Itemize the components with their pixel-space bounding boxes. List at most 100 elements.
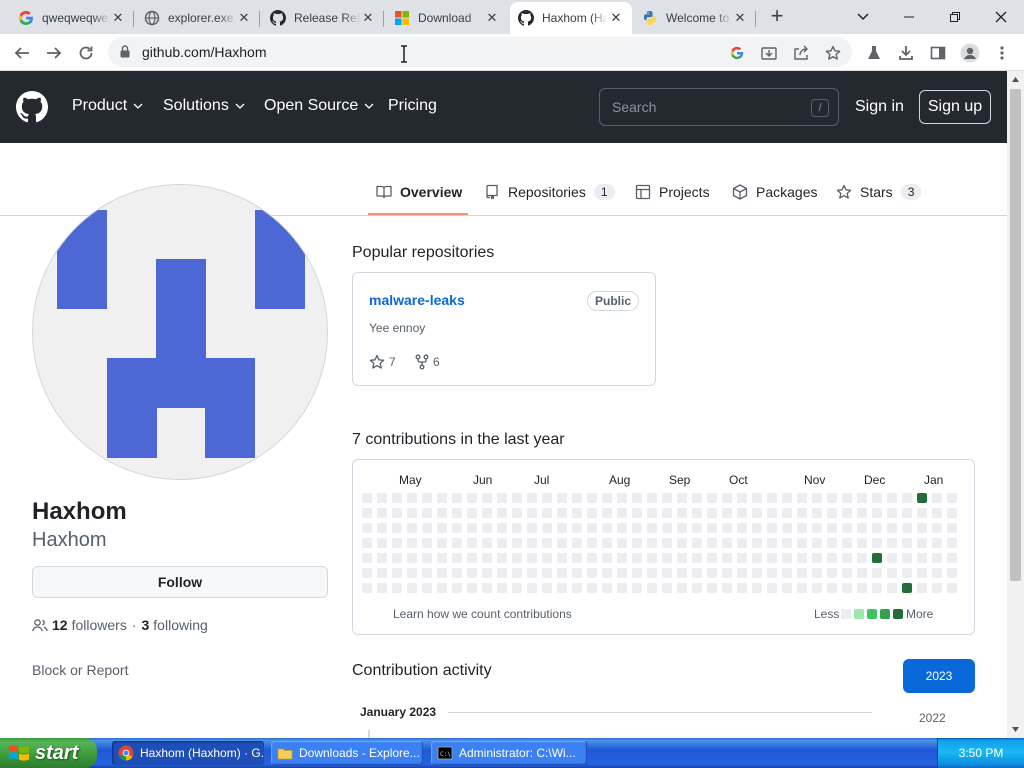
close-icon[interactable]: ✕ — [732, 10, 748, 26]
contribution-day[interactable] — [407, 493, 417, 503]
contribution-day[interactable] — [542, 553, 552, 563]
contribution-day[interactable] — [632, 493, 642, 503]
contribution-day[interactable] — [947, 508, 957, 518]
contribution-day[interactable] — [902, 568, 912, 578]
contribution-day[interactable] — [362, 493, 372, 503]
contribution-day[interactable] — [587, 538, 597, 548]
contribution-day[interactable] — [422, 538, 432, 548]
close-icon[interactable]: ✕ — [484, 10, 500, 26]
contribution-day[interactable] — [857, 538, 867, 548]
contribution-day[interactable] — [917, 583, 927, 593]
contribution-day[interactable] — [647, 553, 657, 563]
contribution-day[interactable] — [602, 538, 612, 548]
contribution-day[interactable] — [467, 523, 477, 533]
contribution-day[interactable] — [572, 493, 582, 503]
following-link[interactable]: 3 following — [142, 617, 208, 633]
contribution-day[interactable] — [422, 523, 432, 533]
contribution-day[interactable] — [767, 568, 777, 578]
contribution-day[interactable] — [602, 523, 612, 533]
block-report-link[interactable]: Block or Report — [32, 662, 128, 678]
contribution-day[interactable] — [932, 553, 942, 563]
contribution-day[interactable] — [437, 583, 447, 593]
contribution-day[interactable] — [722, 583, 732, 593]
contribution-day[interactable] — [827, 553, 837, 563]
contribution-day[interactable] — [587, 508, 597, 518]
download-icon[interactable] — [896, 43, 916, 63]
contribution-day[interactable] — [617, 553, 627, 563]
contribution-day[interactable] — [422, 568, 432, 578]
install-app-icon[interactable] — [760, 44, 778, 62]
browser-tab[interactable]: Welcome to ✕ — [634, 2, 756, 34]
contribution-day[interactable] — [932, 538, 942, 548]
contribution-day[interactable] — [497, 493, 507, 503]
browser-tab[interactable]: qweqweqwe ✕ — [10, 2, 134, 34]
contribution-day[interactable] — [722, 493, 732, 503]
restore-button[interactable] — [932, 0, 978, 34]
star-icon[interactable] — [824, 44, 842, 62]
contribution-day[interactable] — [437, 538, 447, 548]
contribution-day[interactable] — [872, 493, 882, 503]
kebab-menu-icon[interactable] — [992, 43, 1012, 63]
close-window-button[interactable] — [978, 0, 1024, 34]
contribution-day[interactable] — [467, 568, 477, 578]
contribution-day[interactable] — [377, 568, 387, 578]
contribution-day[interactable] — [917, 538, 927, 548]
contribution-day[interactable] — [842, 538, 852, 548]
contribution-day[interactable] — [902, 508, 912, 518]
contribution-day[interactable] — [467, 508, 477, 518]
contribution-day[interactable] — [587, 523, 597, 533]
contribution-day[interactable] — [947, 538, 957, 548]
contribution-day[interactable] — [602, 553, 612, 563]
contribution-day[interactable] — [602, 508, 612, 518]
nav-product[interactable]: Product — [72, 97, 143, 115]
contribution-day[interactable] — [782, 508, 792, 518]
contribution-day[interactable] — [692, 568, 702, 578]
profile-avatar-icon[interactable] — [960, 43, 980, 63]
contribution-day[interactable] — [572, 583, 582, 593]
scroll-down-arrow-icon[interactable] — [1007, 721, 1024, 738]
contribution-day[interactable] — [947, 583, 957, 593]
contribution-day[interactable] — [782, 538, 792, 548]
contribution-day[interactable] — [482, 583, 492, 593]
nav-solutions[interactable]: Solutions — [163, 97, 245, 115]
contribution-day[interactable] — [677, 568, 687, 578]
contribution-day[interactable] — [512, 508, 522, 518]
sign-in-link[interactable]: Sign in — [855, 98, 904, 116]
contribution-day[interactable] — [722, 538, 732, 548]
contribution-day[interactable] — [842, 568, 852, 578]
browser-tab[interactable]: Download ✕ — [386, 2, 508, 34]
contribution-day[interactable] — [752, 583, 762, 593]
contribution-day[interactable] — [827, 523, 837, 533]
github-logo-icon[interactable] — [16, 91, 48, 123]
repo-stars-link[interactable]: 7 — [369, 354, 396, 370]
reload-button[interactable] — [72, 39, 100, 67]
contribution-day[interactable] — [482, 508, 492, 518]
contribution-day[interactable] — [857, 553, 867, 563]
contribution-day[interactable] — [707, 553, 717, 563]
contribution-day[interactable] — [512, 493, 522, 503]
contribution-day[interactable] — [677, 538, 687, 548]
contribution-day[interactable] — [812, 568, 822, 578]
contribution-day[interactable] — [767, 538, 777, 548]
contribution-day[interactable] — [662, 523, 672, 533]
contribution-day[interactable] — [422, 583, 432, 593]
contribution-day[interactable] — [752, 508, 762, 518]
year-button-active[interactable]: 2023 — [903, 659, 975, 693]
contribution-day[interactable] — [767, 553, 777, 563]
contribution-day[interactable] — [692, 553, 702, 563]
contribution-day[interactable] — [767, 523, 777, 533]
contribution-day[interactable] — [752, 553, 762, 563]
contribution-day[interactable] — [782, 553, 792, 563]
contribution-day[interactable] — [647, 523, 657, 533]
contribution-day[interactable] — [512, 523, 522, 533]
contribution-day[interactable] — [557, 538, 567, 548]
contribution-day[interactable] — [902, 538, 912, 548]
contribution-day[interactable] — [737, 538, 747, 548]
contribution-day[interactable] — [737, 508, 747, 518]
contribution-day[interactable] — [767, 508, 777, 518]
contribution-day[interactable] — [932, 523, 942, 533]
contribution-day[interactable] — [887, 583, 897, 593]
contribution-day[interactable] — [707, 493, 717, 503]
contribution-day[interactable] — [452, 568, 462, 578]
contribution-day[interactable] — [842, 493, 852, 503]
